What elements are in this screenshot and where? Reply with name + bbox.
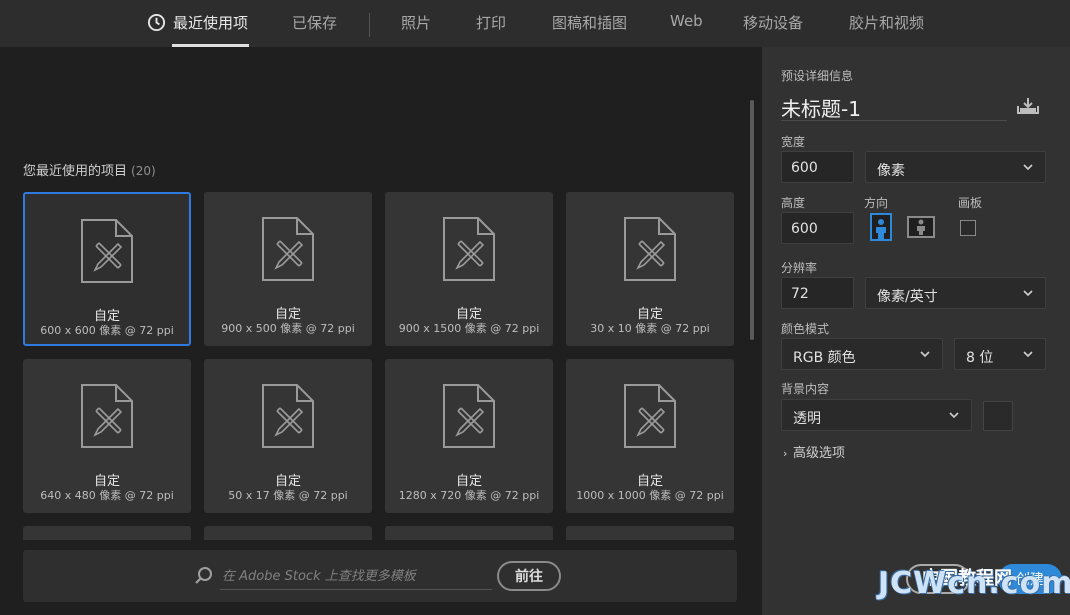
resolution-unit-value: 像素/英寸 <box>877 289 938 305</box>
resolution-label: 分辨率 <box>781 261 818 275</box>
document-name-field[interactable]: 未标题-1 <box>781 91 1007 121</box>
background-color-swatch[interactable] <box>983 401 1013 431</box>
preset-card[interactable]: 自定 1000 x 1000 像素 @ 72 ppi <box>566 359 734 513</box>
preset-card-detail: 1280 x 720 像素 @ 72 ppi <box>398 489 540 502</box>
tab-divider <box>369 13 370 37</box>
preset-card-detail: 900 x 1500 像素 @ 72 ppi <box>398 322 540 335</box>
chevron-down-icon <box>1023 164 1033 171</box>
color-mode-value: RGB 颜色 <box>793 350 856 366</box>
stock-search-bar: 前往 <box>23 550 737 602</box>
color-mode-label: 颜色模式 <box>781 322 830 336</box>
preset-card[interactable]: 自定 900 x 500 像素 @ 72 ppi <box>204 192 372 346</box>
bit-depth-value: 8 位 <box>966 350 994 366</box>
grid-scrollbar[interactable] <box>750 100 754 340</box>
clock-icon <box>147 13 166 32</box>
preset-card[interactable]: 自定 640 x 480 像素 @ 72 ppi <box>23 359 191 513</box>
recent-section-title: 您最近使用的项目 (20) <box>23 160 156 179</box>
chevron-down-icon <box>1023 351 1033 358</box>
stock-search-input[interactable] <box>220 564 492 590</box>
preset-card[interactable]: 自定 50 x 17 像素 @ 72 ppi <box>204 359 372 513</box>
chevron-down-icon <box>949 412 959 419</box>
advanced-options-toggle[interactable]: › 高级选项 <box>783 442 845 461</box>
chevron-down-icon <box>920 351 930 358</box>
tab-photo[interactable]: 照片 <box>401 12 431 33</box>
width-unit-value: 像素 <box>877 163 905 179</box>
preset-card-detail: 50 x 17 像素 @ 72 ppi <box>228 489 348 502</box>
document-preset-icon <box>442 216 496 282</box>
preset-card-partial[interactable] <box>204 526 372 540</box>
height-label: 高度 <box>781 196 806 210</box>
watermark-logo: JCWcn.com <box>878 566 1070 601</box>
top-tab-bar: 最近使用项 已保存 照片 打印 图稿和插图 Web 移动设备 胶片和视频 <box>0 0 1070 47</box>
tab-recent[interactable]: 最近使用项 <box>173 12 248 33</box>
landscape-orientation-icon[interactable] <box>907 213 935 241</box>
height-input[interactable]: 600 <box>781 212 854 244</box>
tab-art-illustration[interactable]: 图稿和插图 <box>552 12 627 33</box>
document-preset-icon <box>261 216 315 282</box>
preset-card[interactable]: 自定 1280 x 720 像素 @ 72 ppi <box>385 359 553 513</box>
preset-card[interactable]: 自定 900 x 1500 像素 @ 72 ppi <box>385 192 553 346</box>
width-label: 宽度 <box>781 135 806 149</box>
artboard-label: 画板 <box>958 196 983 210</box>
tab-web[interactable]: Web <box>670 12 703 30</box>
preset-card-detail: 1000 x 1000 像素 @ 72 ppi <box>576 489 724 502</box>
document-preset-icon <box>623 216 677 282</box>
resolution-input[interactable]: 72 <box>781 277 854 309</box>
portrait-orientation-icon[interactable] <box>867 213 895 241</box>
tab-print[interactable]: 打印 <box>476 12 506 33</box>
orientation-label: 方向 <box>864 196 889 210</box>
preset-card-partial[interactable] <box>566 526 734 540</box>
chevron-right-icon: › <box>783 447 788 460</box>
document-preset-icon <box>623 383 677 449</box>
background-value: 透明 <box>793 411 821 427</box>
preset-card[interactable]: 自定 600 x 600 像素 @ 72 ppi <box>23 192 191 346</box>
width-unit-dropdown[interactable]: 像素 <box>865 151 1046 183</box>
recent-title-text: 您最近使用的项目 <box>23 164 128 179</box>
chevron-down-icon <box>1023 290 1033 297</box>
preset-card-partial[interactable] <box>385 526 553 540</box>
bit-depth-dropdown[interactable]: 8 位 <box>954 338 1046 370</box>
tab-saved[interactable]: 已保存 <box>292 12 337 33</box>
search-icon <box>195 567 212 584</box>
advanced-options-label: 高级选项 <box>793 446 846 461</box>
color-mode-dropdown[interactable]: RGB 颜色 <box>781 338 943 370</box>
recent-items-area: 您最近使用的项目 (20) 自定 600 x 600 像素 @ 72 ppi 自定 90… <box>0 47 762 615</box>
width-input[interactable]: 600 <box>781 151 854 183</box>
background-label: 背景内容 <box>781 382 830 396</box>
preset-details-panel: 预设详细信息 未标题-1 宽度 600 像素 高度 方向 画板 600 分辨率 … <box>762 47 1070 615</box>
preset-card-detail: 640 x 480 像素 @ 72 ppi <box>40 489 174 502</box>
document-preset-icon <box>80 218 134 284</box>
preset-card-detail: 30 x 10 像素 @ 72 ppi <box>590 322 710 335</box>
preset-card-partial[interactable] <box>23 526 191 540</box>
tab-film-video[interactable]: 胶片和视频 <box>849 12 924 33</box>
recent-count: (20) <box>131 164 156 178</box>
go-button[interactable]: 前往 <box>497 561 561 591</box>
preset-card-detail: 900 x 500 像素 @ 72 ppi <box>221 322 355 335</box>
preset-details-heading: 预设详细信息 <box>781 69 854 83</box>
document-preset-icon <box>442 383 496 449</box>
tab-mobile[interactable]: 移动设备 <box>743 12 803 33</box>
save-preset-icon[interactable] <box>1017 97 1039 115</box>
preset-card[interactable]: 自定 30 x 10 像素 @ 72 ppi <box>566 192 734 346</box>
document-preset-icon <box>261 383 315 449</box>
document-preset-icon <box>80 383 134 449</box>
resolution-unit-dropdown[interactable]: 像素/英寸 <box>865 277 1046 309</box>
preset-card-detail: 600 x 600 像素 @ 72 ppi <box>40 324 174 337</box>
artboard-checkbox[interactable] <box>960 220 976 236</box>
background-dropdown[interactable]: 透明 <box>781 399 972 431</box>
